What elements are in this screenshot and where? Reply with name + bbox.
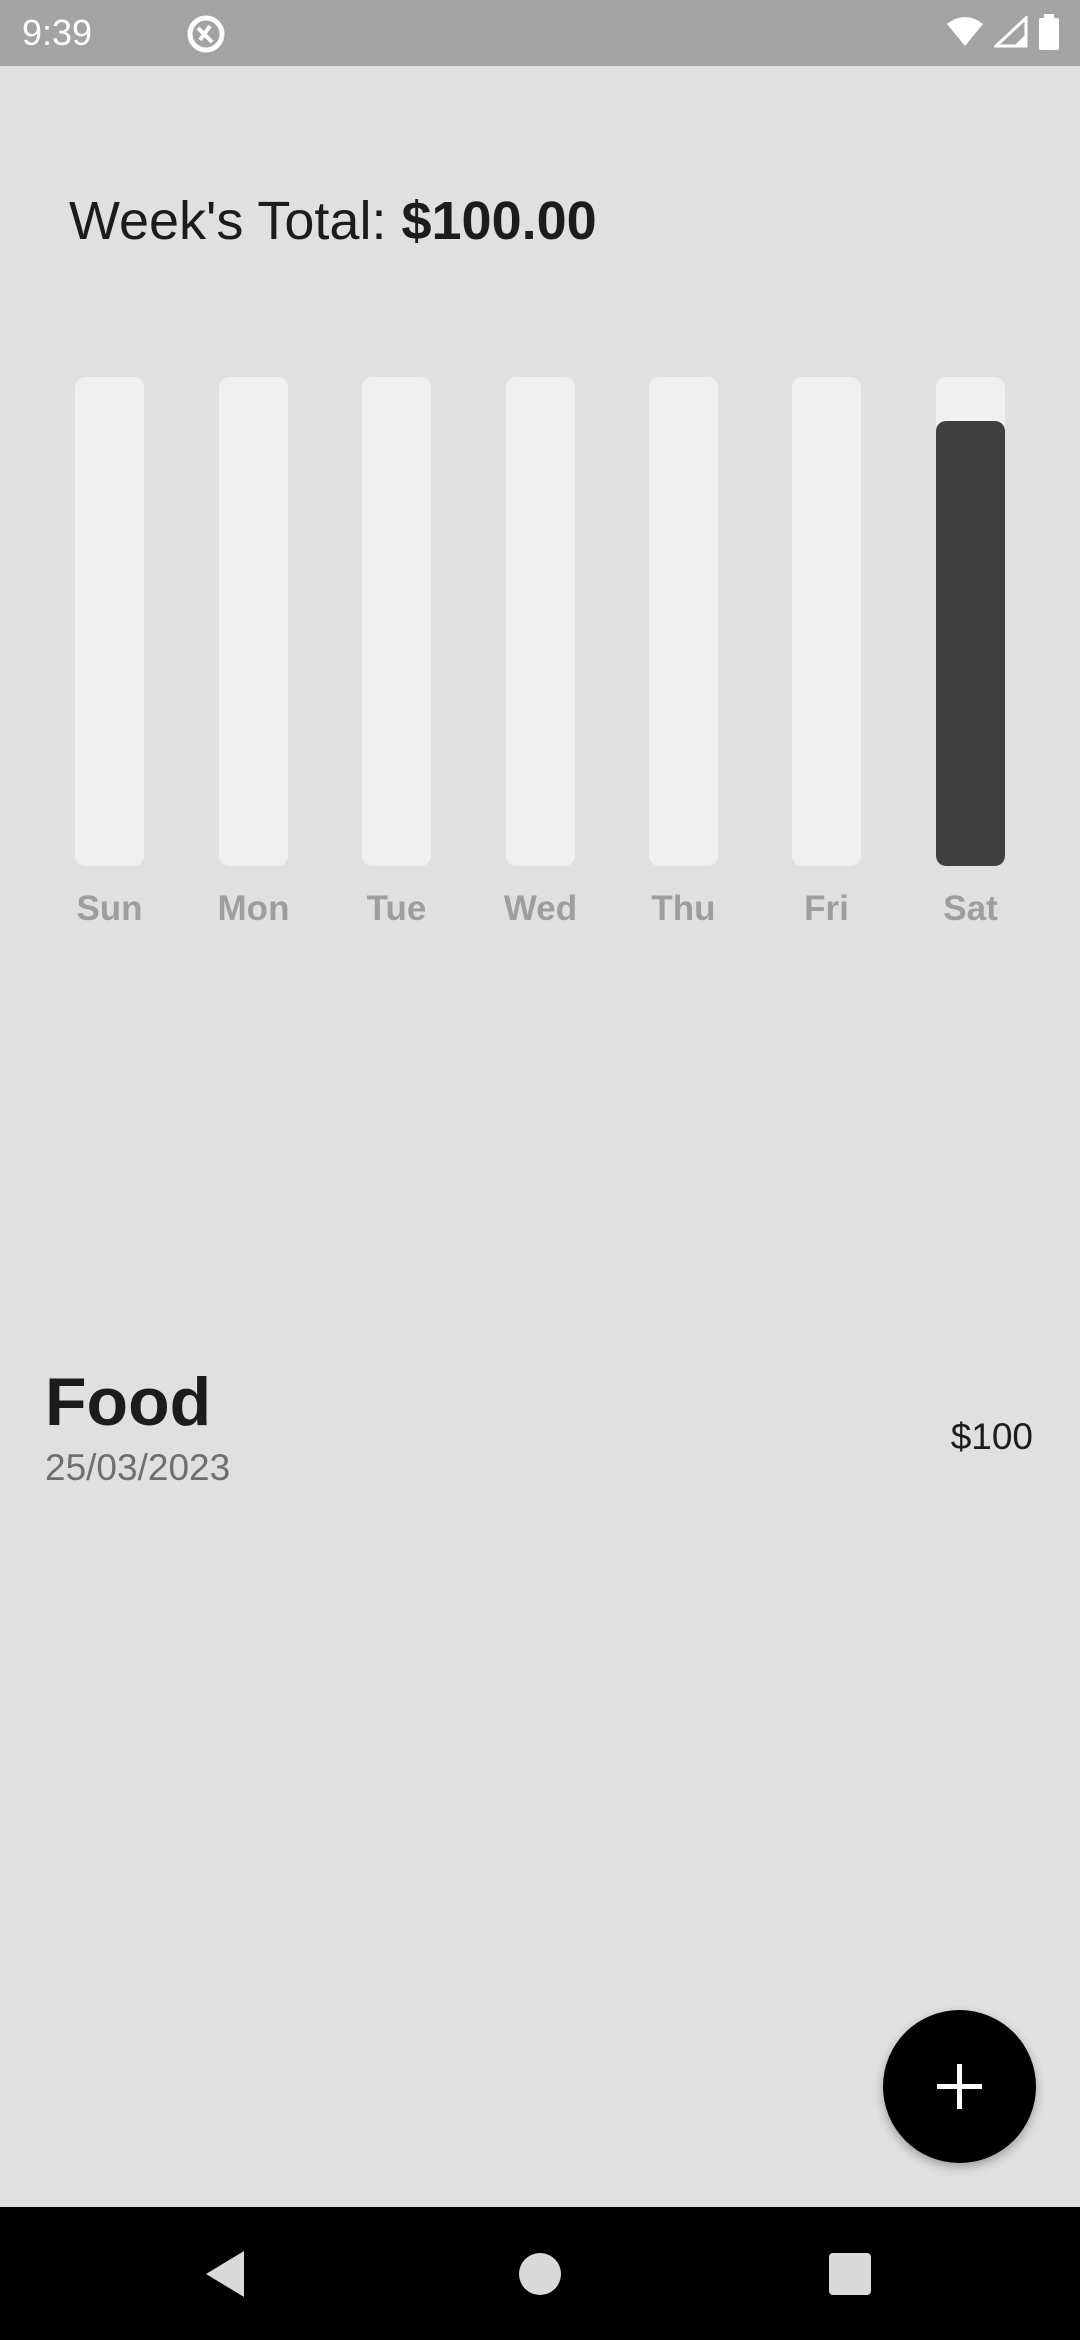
bar-track-thu <box>649 377 718 866</box>
bar-track-tue <box>362 377 431 866</box>
recents-icon[interactable] <box>823 2247 877 2301</box>
bar-label-sat: Sat <box>943 889 998 928</box>
transaction-title: Food <box>45 1364 212 1440</box>
bar-track-fri <box>792 377 861 866</box>
bar-track-wed <box>506 377 575 866</box>
bar-label-tue: Tue <box>366 889 427 928</box>
bar-track-sat <box>936 377 1005 866</box>
bar-label-fri: Fri <box>804 889 849 928</box>
navigation-bar <box>0 2207 1080 2340</box>
transaction-amount: $100 <box>950 1416 1033 1457</box>
bar-label-mon: Mon <box>217 889 290 928</box>
home-icon[interactable] <box>513 2247 567 2301</box>
bar-track-mon <box>219 377 288 866</box>
add-transaction-button[interactable] <box>883 2010 1036 2163</box>
bar-track-sun <box>75 377 144 866</box>
bar-label-sun: Sun <box>76 889 143 928</box>
weekly-spending-chart: Sun Mon Tue Wed Thu Fri Sat <box>0 0 1080 1000</box>
plus-icon <box>937 2064 982 2109</box>
bar-label-wed: Wed <box>503 889 578 928</box>
back-icon[interactable] <box>200 2247 254 2301</box>
transaction-date: 25/03/2023 <box>45 1447 231 1488</box>
bar-label-thu: Thu <box>651 889 716 928</box>
bar-sat <box>936 421 1005 866</box>
